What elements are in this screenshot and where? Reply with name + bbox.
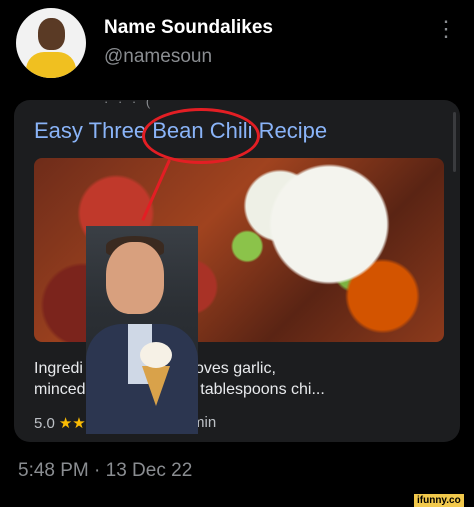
rating-value: 5.0 [34,415,55,432]
post-timestamp: 5:48 PM · 13 Dec 22 [18,460,193,481]
rating: 5.0 ★★ [34,414,86,432]
avatar-head [38,18,65,50]
display-name[interactable]: Name Soundalikes [104,17,273,39]
ice-cream-scoop [140,342,172,368]
watermark: ifunny.co [414,494,464,507]
truncated-text: · · · ( [104,100,154,109]
ice-cream-cone [142,366,170,406]
more-options-icon[interactable]: ⋮ [434,14,458,46]
face [106,242,164,314]
avatar[interactable] [16,8,86,78]
scrollbar[interactable] [453,112,456,172]
star-icons: ★★ [58,415,86,432]
user-handle[interactable]: @namesoun [104,46,212,68]
overlay-photo [86,226,198,434]
avatar-shirt [26,52,76,78]
red-circle-annotation [142,108,260,164]
